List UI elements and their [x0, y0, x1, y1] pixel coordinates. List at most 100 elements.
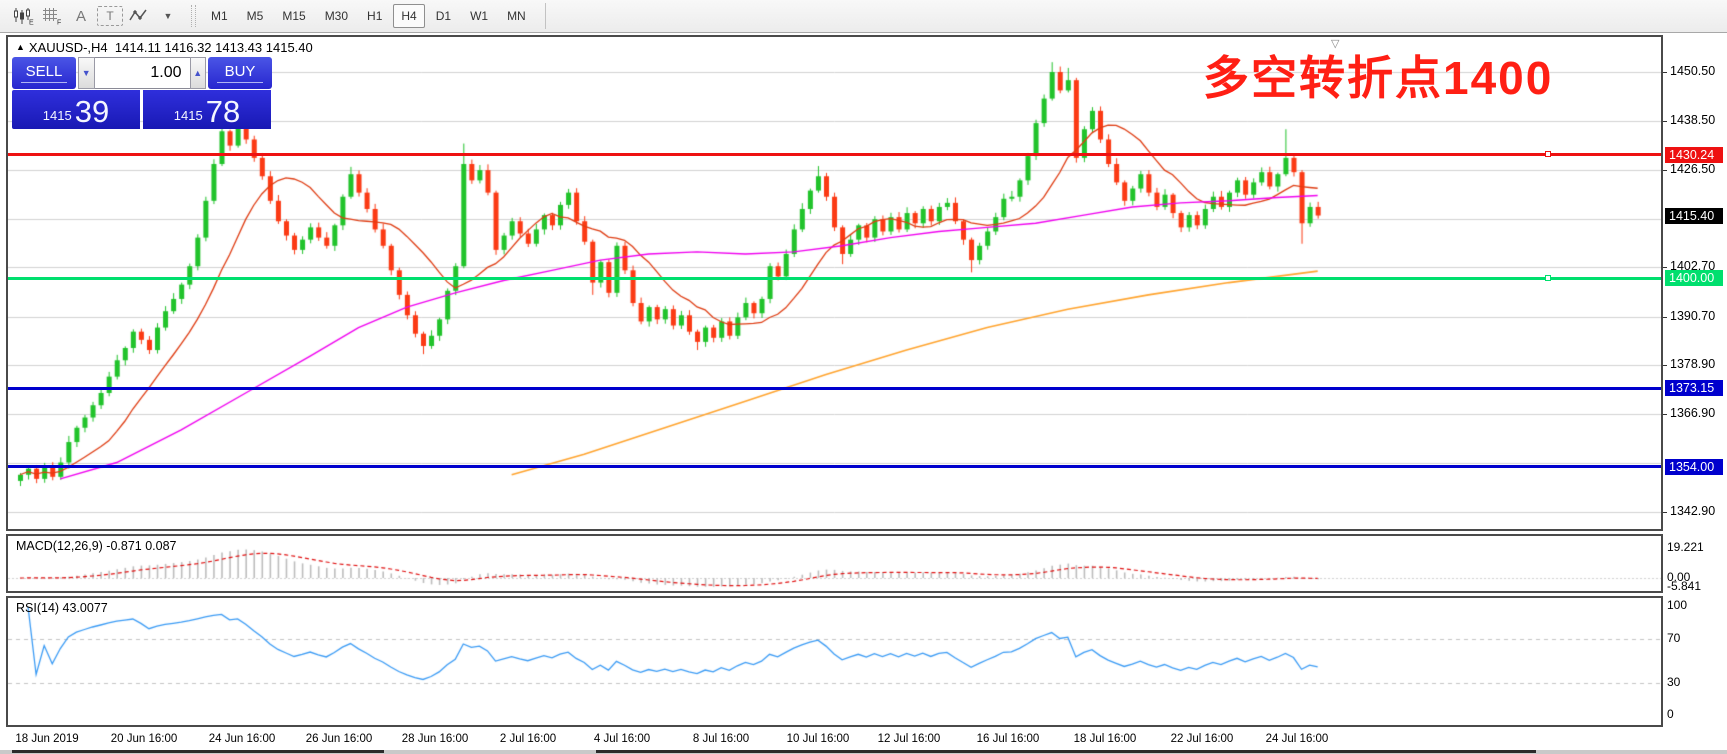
line-endpoint-marker[interactable] — [1545, 275, 1551, 281]
candles-chart-icon[interactable]: E — [10, 4, 36, 28]
bottom-panel-edge — [12, 750, 384, 753]
timeframe-button-m15[interactable]: M15 — [274, 4, 313, 28]
price-tick-label: 1342.90 — [1670, 504, 1715, 518]
zigzag-tool-icon[interactable] — [126, 4, 152, 28]
toolbar-separator-2 — [545, 3, 546, 29]
rsi-pane: RSI(14) 43.0077 — [6, 596, 1663, 727]
price-tick-label: 1438.50 — [1670, 113, 1715, 127]
date-label: 24 Jun 16:00 — [209, 733, 276, 745]
pivot-line[interactable] — [8, 277, 1661, 280]
price-badge-1430-24: 1430.24 — [1665, 147, 1723, 163]
text-label-icon[interactable]: A — [68, 4, 94, 28]
panel-collapse-arrow[interactable]: ▲ — [16, 42, 25, 52]
price-tick-label: 1378.90 — [1670, 357, 1715, 371]
ask-big-figure: 1415 — [174, 108, 203, 123]
price-tick-mark — [1663, 267, 1667, 268]
grid-icon[interactable]: F — [39, 4, 65, 28]
timeframe-button-m1[interactable]: M1 — [203, 4, 236, 28]
chart-annotation-text[interactable]: 多空转折点1400 — [1203, 55, 1553, 101]
date-label: 2 Jul 16:00 — [500, 733, 556, 745]
price-tick-label: 1366.90 — [1670, 406, 1715, 420]
price-tick-mark — [1663, 317, 1667, 318]
svg-text:E: E — [29, 20, 34, 26]
rsi-axis-label: 30 — [1667, 675, 1680, 689]
macd-label: MACD(12,26,9) -0.871 0.087 — [16, 539, 177, 553]
bid-pips: 39 — [75, 96, 109, 127]
timeframe-button-w1[interactable]: W1 — [462, 4, 496, 28]
price-tick-label: 1450.50 — [1670, 64, 1715, 78]
ask-price-display[interactable]: 1415 78 — [143, 90, 271, 129]
date-label: 10 Jul 16:00 — [787, 733, 850, 745]
macd-canvas[interactable] — [8, 536, 1661, 591]
dropdown-caret-icon[interactable]: ▼ — [155, 4, 181, 28]
price-axis[interactable]: 1450.501438.501426.501402.701390.701378.… — [1663, 35, 1727, 750]
bottom-panel-edge — [596, 750, 1536, 753]
rsi-axis-label: 100 — [1667, 598, 1687, 612]
window-bottom-edge — [0, 750, 1727, 754]
date-label: 18 Jul 16:00 — [1074, 733, 1137, 745]
date-label: 26 Jun 16:00 — [306, 733, 373, 745]
date-label: 24 Jul 16:00 — [1266, 733, 1329, 745]
ask-pips: 78 — [206, 96, 240, 127]
volume-input[interactable] — [95, 57, 190, 89]
timeframe-button-h1[interactable]: H1 — [359, 4, 390, 28]
price-badge-1373-15: 1373.15 — [1665, 380, 1723, 396]
sell-button[interactable]: SELL — [12, 57, 76, 89]
price-badge-1354-00: 1354.00 — [1665, 459, 1723, 475]
toolbar: E F A T ▼ M1M5M15M30H1H4D1W1MN — [0, 0, 1727, 33]
macd-pane: MACD(12,26,9) -0.871 0.087 — [6, 534, 1663, 593]
rsi-axis-label: 0 — [1667, 707, 1674, 721]
rsi-canvas[interactable] — [8, 598, 1661, 725]
bid-big-figure: 1415 — [43, 108, 72, 123]
volume-increase-button[interactable]: ▲ — [190, 57, 207, 89]
macd-axis-label: 19.221 — [1667, 540, 1704, 554]
macd-axis-label: -5.841 — [1667, 579, 1701, 593]
price-pane: ▲ XAUUSD-,H4 1414.11 1416.32 1413.43 1415… — [6, 35, 1663, 531]
support-line-1[interactable] — [8, 387, 1661, 390]
chart-symbol-header: ▲ XAUUSD-,H4 1414.11 1416.32 1413.43 1415… — [16, 40, 313, 55]
date-label: 8 Jul 16:00 — [693, 733, 749, 745]
date-label: 28 Jun 16:00 — [402, 733, 469, 745]
ohlc-values: 1414.11 1416.32 1413.43 1415.40 — [115, 40, 313, 55]
date-label: 4 Jul 16:00 — [594, 733, 650, 745]
bid-price-display[interactable]: 1415 39 — [12, 90, 140, 129]
price-badge-1400-00: 1400.00 — [1665, 270, 1723, 286]
buy-button[interactable]: BUY — [208, 57, 272, 89]
sell-underline — [21, 82, 67, 83]
resistance-line[interactable] — [8, 153, 1661, 156]
buy-button-label: BUY — [225, 63, 256, 80]
rsi-label: RSI(14) 43.0077 — [16, 601, 108, 615]
toolbar-separator — [191, 5, 196, 27]
timeframe-button-h4[interactable]: H4 — [393, 4, 424, 28]
support-line-2[interactable] — [8, 465, 1661, 468]
line-endpoint-marker[interactable] — [1545, 151, 1551, 157]
timeframe-button-d1[interactable]: D1 — [428, 4, 459, 28]
price-tick-mark — [1663, 121, 1667, 122]
price-badge-1415-40: 1415.40 — [1665, 208, 1723, 224]
price-tick-label: 1390.70 — [1670, 309, 1715, 323]
textbox-icon[interactable]: T — [97, 6, 123, 26]
price-tick-mark — [1663, 170, 1667, 171]
date-label: 22 Jul 16:00 — [1171, 733, 1234, 745]
sell-button-label: SELL — [26, 63, 63, 80]
timeframe-button-m30[interactable]: M30 — [317, 4, 356, 28]
time-axis[interactable]: 18 Jun 2019 20 Jun 16:00 24 Jun 16:00 26 Ju… — [6, 729, 1663, 750]
price-tick-mark — [1663, 365, 1667, 366]
mt4-application-window: E F A T ▼ M1M5M15M30H1H4D1W1MN — [0, 0, 1727, 754]
chart-shift-marker[interactable]: ▽ — [1331, 37, 1339, 50]
chart-window: ▲ XAUUSD-,H4 1414.11 1416.32 1413.43 1415… — [6, 35, 1727, 750]
svg-text:F: F — [57, 20, 61, 26]
date-label: 18 Jun 2019 — [15, 733, 78, 745]
date-label: 20 Jun 16:00 — [111, 733, 178, 745]
timeframe-button-m5[interactable]: M5 — [239, 4, 272, 28]
price-tick-label: 1426.50 — [1670, 162, 1715, 176]
rsi-axis-label: 70 — [1667, 631, 1680, 645]
volume-decrease-button[interactable]: ▼ — [78, 57, 95, 89]
timeframe-button-mn[interactable]: MN — [499, 4, 534, 28]
price-tick-mark — [1663, 414, 1667, 415]
buy-underline — [217, 82, 263, 83]
price-tick-mark — [1663, 512, 1667, 513]
one-click-trading-panel: SELL ▼ ▲ BUY 1415 — [12, 57, 272, 129]
date-label: 16 Jul 16:00 — [977, 733, 1040, 745]
symbol-period-label: XAUUSD-,H4 — [29, 40, 108, 55]
